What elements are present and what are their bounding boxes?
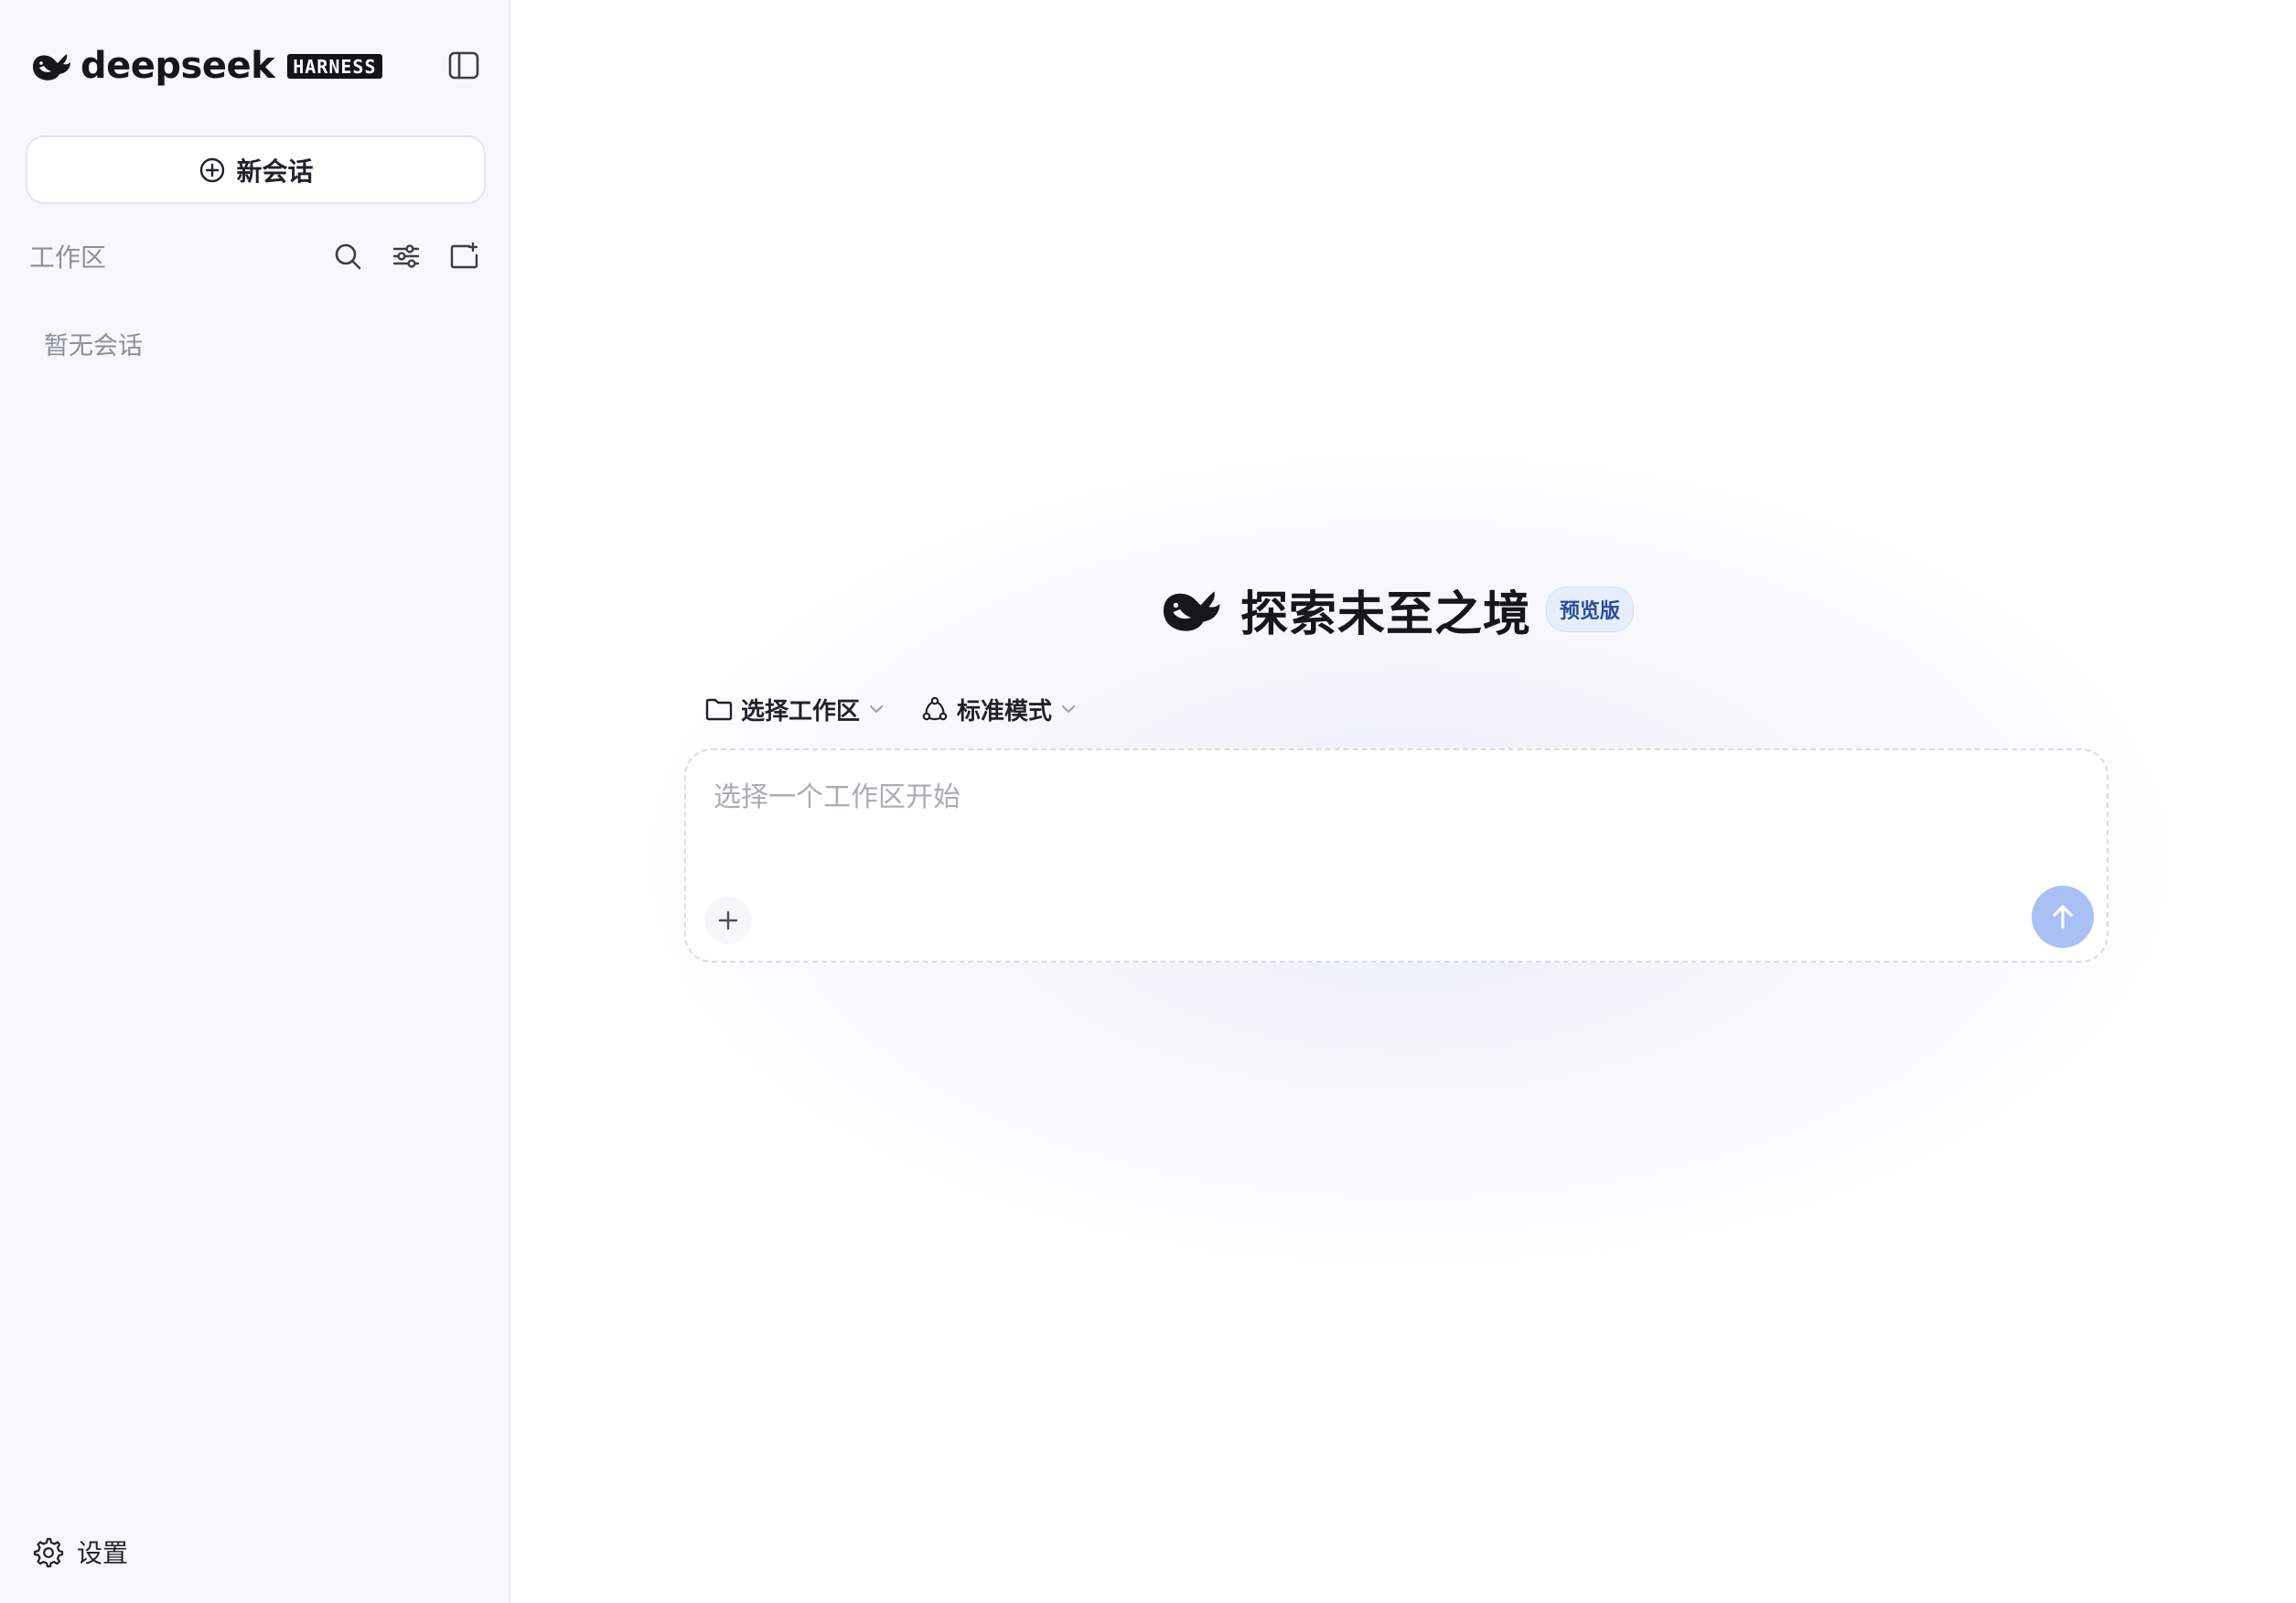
new-chat-label: 新会话 [236, 156, 314, 187]
composer-controls: 选择工作区 标准模式 [704, 690, 1112, 728]
sliders-icon [392, 244, 420, 268]
settings-button[interactable]: 设置 [31, 1533, 128, 1570]
send-button[interactable] [2032, 886, 2094, 948]
arrow-up-icon [2053, 905, 2073, 929]
sidebar: deepseek HARNESS 新会话 工作区 暂无会话 设置 [0, 0, 510, 1603]
folder-icon [705, 698, 733, 721]
mode-select[interactable]: 标准模式 [920, 693, 1078, 726]
brand-badge: HARNESS [287, 53, 382, 79]
message-input[interactable] [713, 774, 1994, 820]
chevron-down-icon [870, 705, 884, 713]
mode-cycle-icon [922, 696, 948, 721]
deepseek-whale-logo [33, 54, 70, 81]
main-panel: 探索未至之境 预览版 选择工作区 标准模式 [512, 0, 2296, 1603]
sidebar-toggle-icon [448, 51, 479, 80]
attach-button[interactable] [704, 897, 752, 944]
workspace-select-label: 选择工作区 [741, 697, 861, 726]
workspace-title: 工作区 [29, 242, 107, 273]
new-workspace-button[interactable] [443, 234, 487, 278]
search-icon [335, 243, 361, 270]
mode-select-label: 标准模式 [957, 697, 1053, 726]
workspace-select[interactable]: 选择工作区 [704, 693, 885, 726]
hero-header: 探索未至之境 预览版 [1158, 575, 1635, 644]
empty-conversations: 暂无会话 [44, 332, 143, 360]
folder-plus-icon [450, 242, 478, 269]
plus-circle-icon [200, 157, 225, 182]
chevron-down-icon [1062, 705, 1076, 713]
composer [684, 748, 2108, 963]
brand: deepseek HARNESS [29, 42, 382, 90]
workspace-search-button[interactable] [326, 234, 370, 278]
new-chat-button[interactable]: 新会话 [26, 135, 486, 204]
gear-icon [33, 1537, 64, 1568]
hero-title: 探索未至之境 [1240, 586, 1532, 642]
workspace-header: 工作区 [29, 234, 487, 278]
settings-label: 设置 [77, 1538, 129, 1568]
preview-badge: 预览版 [1546, 586, 1635, 632]
deepseek-whale-logo [1164, 591, 1220, 631]
brand-name: deepseek [80, 45, 275, 87]
workspace-filter-button[interactable] [384, 234, 428, 278]
sidebar-toggle-button[interactable] [446, 49, 483, 82]
plus-icon [718, 910, 738, 931]
